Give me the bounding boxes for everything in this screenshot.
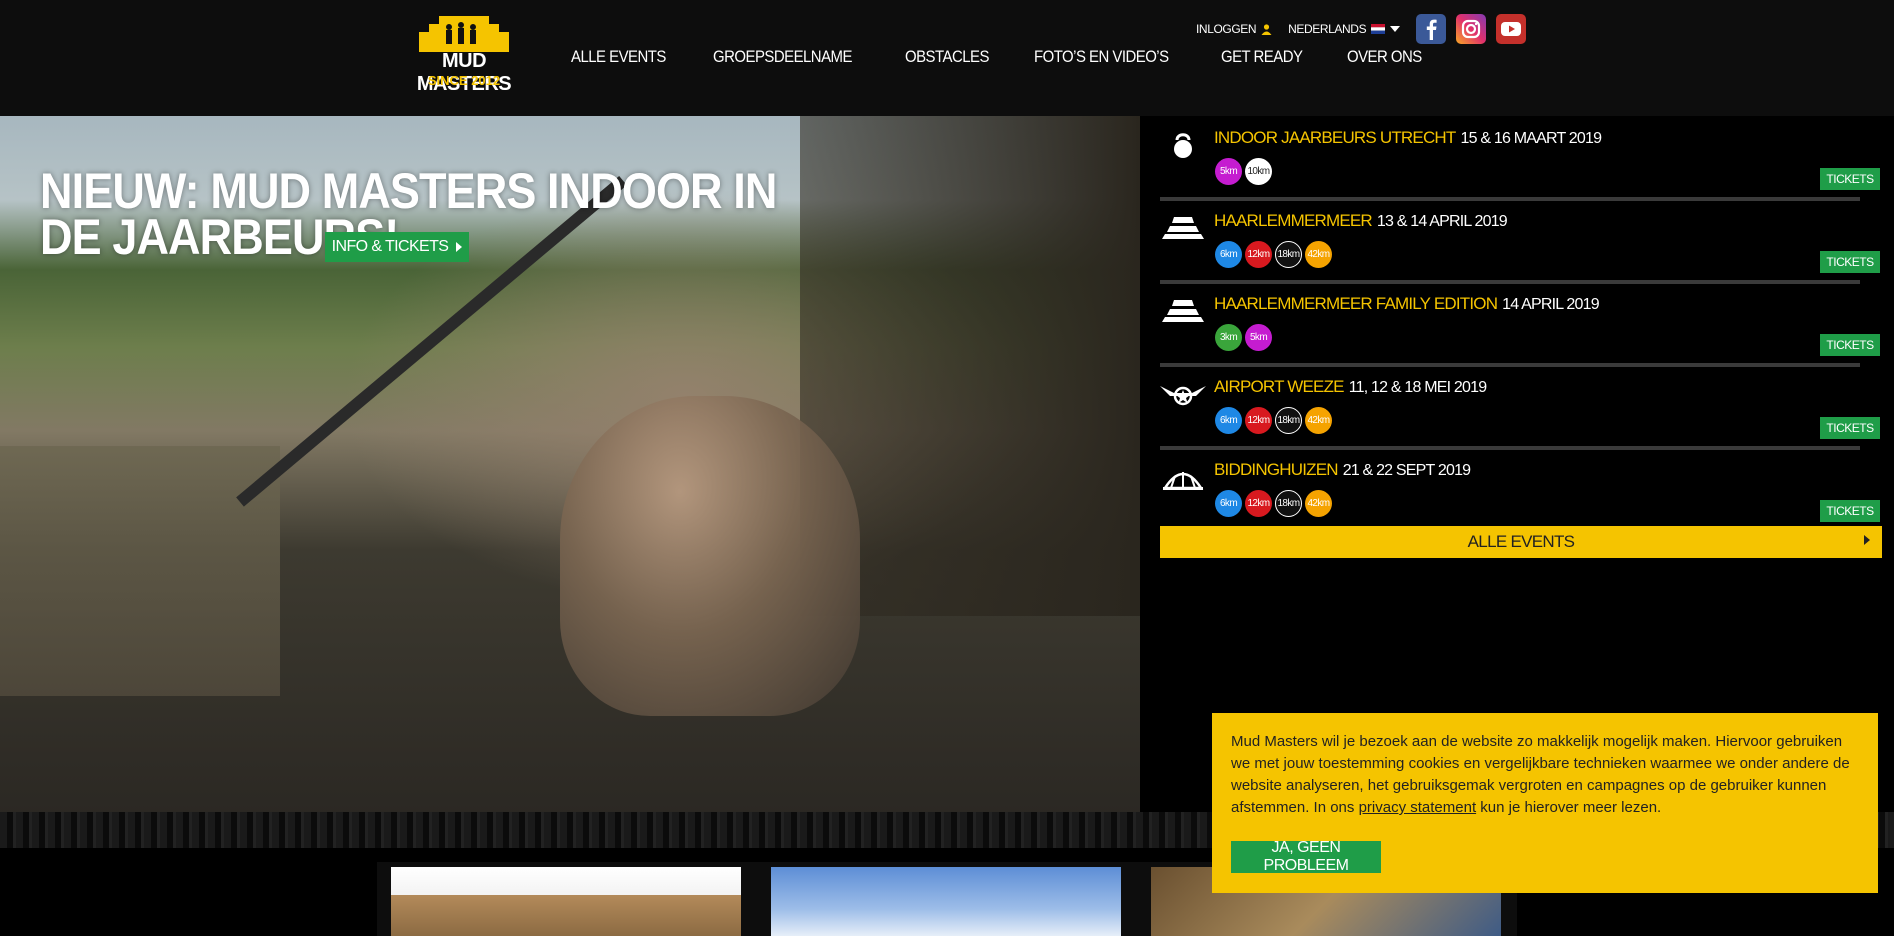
facebook-icon[interactable] — [1416, 14, 1447, 44]
event-row: HAARLEMMERMEER FAMILY EDITION 14 APRIL 20… — [1160, 282, 1880, 362]
event-title[interactable]: BIDDINGHUIZEN 21 & 22 SEPT 2019 — [1214, 460, 1471, 480]
event-date: 14 APRIL 2019 — [1502, 296, 1599, 313]
login-link[interactable]: INLOGGEN — [1196, 22, 1272, 36]
event-date: 21 & 22 SEPT 2019 — [1342, 462, 1471, 479]
distance-badge: 5km — [1215, 158, 1242, 185]
accept-cookies-button[interactable]: JA, GEEN PROBLEEM — [1231, 839, 1381, 874]
nav-obstacles[interactable]: OBSTACLES — [905, 47, 989, 67]
caret-right-icon — [456, 242, 463, 252]
nav-fotos-videos[interactable]: FOTO’S EN VIDEO’S — [1034, 47, 1169, 67]
distance-badge: 12km — [1245, 407, 1272, 434]
user-icon — [1261, 23, 1272, 35]
language-label: NEDERLANDS — [1288, 22, 1367, 36]
road-icon — [1160, 296, 1206, 326]
distance-badges: 6km 12km 18km 42km — [1215, 490, 1332, 517]
top-links: INLOGGEN NEDERLANDS — [1196, 14, 1536, 44]
dutch-flag-icon — [1371, 24, 1386, 34]
event-name: INDOOR JAARBEURS UTRECHT — [1214, 128, 1456, 147]
info-tickets-label: INFO & TICKETS — [331, 238, 449, 255]
hero-background-person — [560, 396, 860, 716]
distance-badge: 42km — [1305, 490, 1332, 517]
distance-badge: 6km — [1215, 407, 1242, 434]
site-header: MUD MASTERS SINCE 2012 ALLE EVENTS GROEP… — [0, 0, 1894, 116]
event-date: 15 & 16 MAART 2019 — [1460, 130, 1602, 147]
distance-badge: 10km — [1245, 158, 1272, 185]
nav-get-ready[interactable]: GET READY — [1221, 47, 1303, 67]
distance-badges: 6km 12km 18km 42km — [1215, 407, 1332, 434]
event-name: AIRPORT WEEZE — [1214, 377, 1345, 396]
cookie-text: Mud Masters wil je bezoek aan de website… — [1231, 731, 1859, 819]
hero-background-water — [0, 446, 280, 696]
login-label: INLOGGEN — [1196, 22, 1257, 36]
distance-badges: 6km 12km 18km 42km — [1215, 241, 1332, 268]
distance-badge: 6km — [1215, 490, 1242, 517]
event-name: BIDDINGHUIZEN — [1214, 460, 1339, 479]
distance-badge: 6km — [1215, 241, 1242, 268]
tickets-button[interactable]: TICKETS — [1820, 417, 1880, 439]
hero-banner: NIEUW: MUD MASTERS INDOOR IN DE JAARBEUR… — [0, 116, 1140, 816]
caret-right-icon — [1864, 535, 1870, 545]
distance-badge: 18km — [1275, 241, 1302, 268]
logo-subtitle: SINCE 2012 — [427, 73, 501, 88]
dome-icon — [1160, 462, 1206, 492]
nav-groepsdeelname[interactable]: GROEPSDEELNAME — [713, 47, 852, 67]
distance-badge: 42km — [1305, 241, 1332, 268]
cookie-text-outro: kun je hierover meer lezen. — [1476, 799, 1662, 816]
events-panel: INDOOR JAARBEURS UTRECHT 15 & 16 MAART 20… — [1140, 116, 1894, 816]
info-tickets-button[interactable]: INFO & TICKETS — [325, 232, 469, 262]
privacy-statement-link[interactable]: privacy statement — [1359, 799, 1477, 816]
event-title[interactable]: HAARLEMMERMEER 13 & 14 APRIL 2019 — [1214, 211, 1508, 231]
tickets-button[interactable]: TICKETS — [1820, 168, 1880, 190]
logo[interactable]: MUD MASTERS SINCE 2012 — [405, 10, 523, 95]
tickets-button[interactable]: TICKETS — [1820, 500, 1880, 522]
event-row: AIRPORT WEEZE 11, 12 & 18 MEI 2019 6km 12… — [1160, 365, 1880, 445]
cookie-banner: Mud Masters wil je bezoek aan de website… — [1212, 713, 1878, 893]
language-selector[interactable]: NEDERLANDS — [1288, 22, 1401, 36]
event-row: HAARLEMMERMEER 13 & 14 APRIL 2019 6km 12k… — [1160, 199, 1880, 279]
distance-badge: 5km — [1245, 324, 1272, 351]
all-events-label: ALLE EVENTS — [1467, 532, 1575, 551]
distance-badges: 5km 10km — [1215, 158, 1272, 185]
distance-badge: 12km — [1245, 241, 1272, 268]
event-name: HAARLEMMERMEER — [1214, 211, 1373, 230]
event-row: INDOOR JAARBEURS UTRECHT 15 & 16 MAART 20… — [1160, 116, 1880, 196]
airplane-icon — [1160, 379, 1206, 409]
nav-over-ons[interactable]: OVER ONS — [1347, 47, 1422, 67]
distance-badge: 12km — [1245, 490, 1272, 517]
road-icon — [1160, 213, 1206, 243]
distance-badge: 3km — [1215, 324, 1242, 351]
logo-emblem-icon — [419, 16, 509, 52]
distance-badge: 18km — [1275, 490, 1302, 517]
thumbnail-obstacle[interactable] — [391, 867, 741, 936]
tickets-button[interactable]: TICKETS — [1820, 334, 1880, 356]
event-title[interactable]: INDOOR JAARBEURS UTRECHT 15 & 16 MAART 20… — [1214, 128, 1602, 148]
event-row: BIDDINGHUIZEN 21 & 22 SEPT 2019 6km 12km … — [1160, 448, 1880, 528]
instagram-icon[interactable] — [1456, 14, 1487, 44]
event-date: 11, 12 & 18 MEI 2019 — [1348, 379, 1487, 396]
all-events-button[interactable]: ALLE EVENTS — [1160, 526, 1882, 558]
tickets-button[interactable]: TICKETS — [1820, 251, 1880, 273]
kettlebell-icon — [1160, 130, 1206, 160]
event-title[interactable]: AIRPORT WEEZE 11, 12 & 18 MEI 2019 — [1214, 377, 1487, 397]
event-name: HAARLEMMERMEER FAMILY EDITION — [1214, 294, 1498, 313]
distance-badge: 18km — [1275, 407, 1302, 434]
chevron-down-icon — [1390, 26, 1401, 32]
nav-alle-events[interactable]: ALLE EVENTS — [571, 47, 666, 67]
distance-badge: 42km — [1305, 407, 1332, 434]
event-title[interactable]: HAARLEMMERMEER FAMILY EDITION 14 APRIL 20… — [1214, 294, 1600, 314]
thumbnail-sky[interactable] — [771, 867, 1121, 936]
youtube-icon[interactable] — [1496, 14, 1527, 44]
distance-badges: 3km 5km — [1215, 324, 1272, 351]
main-nav: ALLE EVENTS GROEPSDEELNAME OBSTACLES FOT… — [571, 47, 1466, 67]
event-date: 13 & 14 APRIL 2019 — [1376, 213, 1508, 230]
